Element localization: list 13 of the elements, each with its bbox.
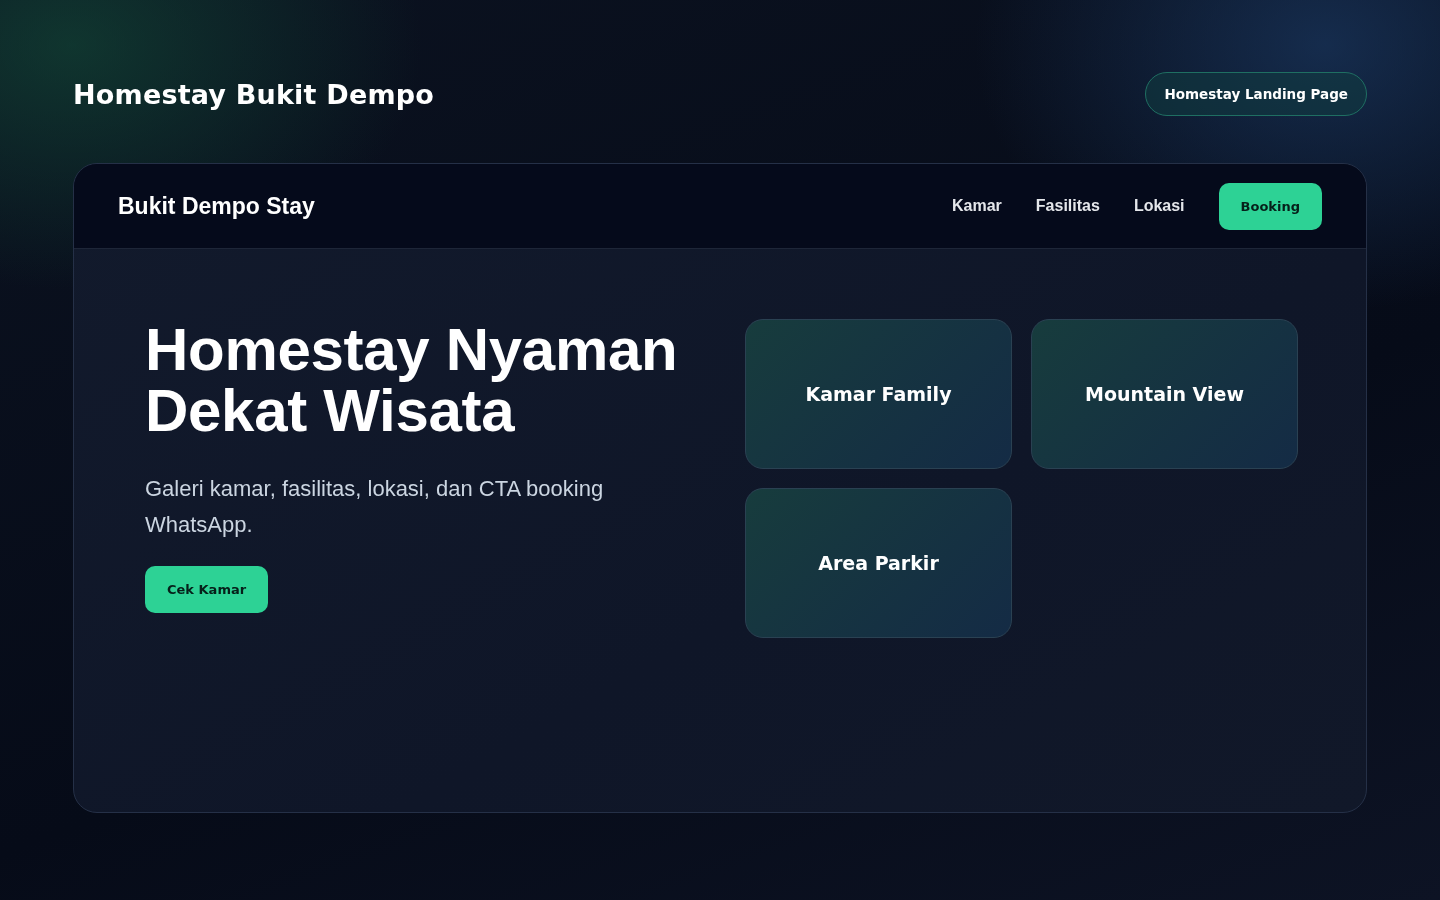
nav-link[interactable]: Lokasi (1133, 197, 1185, 215)
hero-description: Galeri kamar, fasilitas, lokasi, dan CTA booking WhatsApp. (145, 475, 605, 539)
nav-link[interactable]: Kamar (952, 197, 1002, 215)
page-title: Homestay Bukit Dempo (73, 78, 434, 110)
booking-button[interactable]: Booking (1218, 182, 1322, 230)
nav-link[interactable]: Fasilitas (1035, 197, 1100, 215)
gallery-tile: Kamar Family (745, 319, 1012, 469)
check-rooms-button[interactable]: Cek Kamar (145, 566, 269, 613)
gallery-tile: Area Parkir (745, 488, 1012, 638)
page-badge: Homestay Landing Page (1145, 72, 1367, 116)
gallery-tile: Mountain View (1031, 319, 1298, 469)
brand-name: Bukit Dempo Stay (118, 192, 315, 220)
hero-heading: Homestay Nyaman Dekat Wisata (145, 319, 678, 441)
